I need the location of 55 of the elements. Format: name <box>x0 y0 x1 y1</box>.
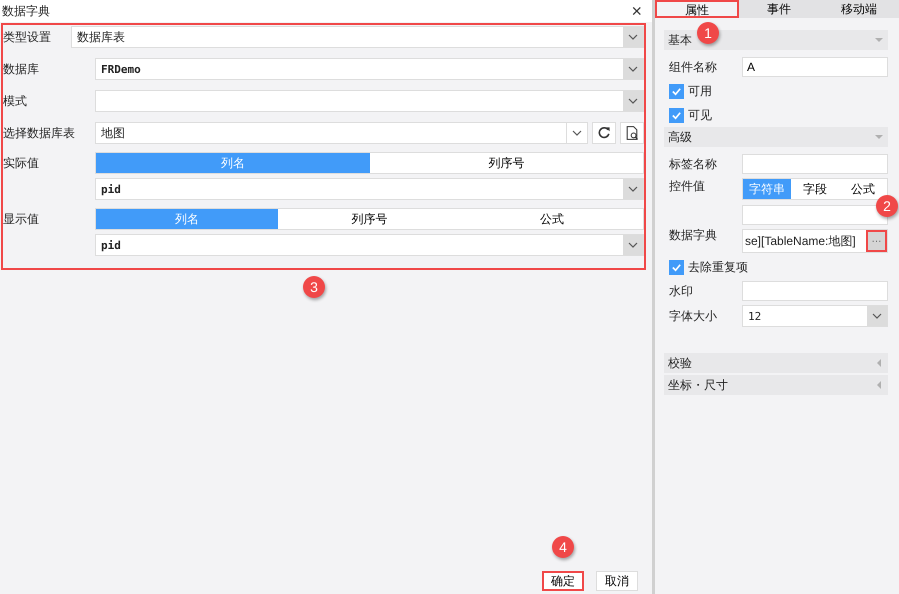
preview-button[interactable] <box>620 122 644 144</box>
chevron-down-icon <box>867 306 887 326</box>
refresh-button[interactable] <box>592 122 616 144</box>
property-label: 数据字典 <box>669 227 718 244</box>
property-label: 控件值 <box>669 178 706 195</box>
section-header[interactable]: 坐标・尺寸 <box>664 375 888 395</box>
field-label: 显示值 <box>3 211 40 228</box>
check-icon <box>671 86 682 96</box>
property-label: 水印 <box>669 282 694 300</box>
panel-tab[interactable]: 属性 <box>655 0 739 18</box>
callout-badge: 4 <box>552 536 574 558</box>
chevron-down-icon <box>623 59 643 79</box>
checkbox-label: 可见 <box>688 106 712 124</box>
chevron-down-icon <box>623 179 643 199</box>
dropdown-field[interactable]: 数据库表 <box>71 26 644 48</box>
section-header[interactable]: 校验 <box>664 353 888 373</box>
more-button[interactable]: ··· <box>866 230 887 252</box>
dropdown-field[interactable]: FRDemo <box>95 58 644 80</box>
property-label: 字体大小 <box>669 308 718 324</box>
dialog-button[interactable]: 确定 <box>542 571 584 591</box>
dropdown-field[interactable]: 12 <box>742 305 888 327</box>
chevron-down-icon <box>623 27 643 47</box>
check-icon <box>671 262 682 272</box>
checkbox-label: 去除重复项 <box>688 258 748 276</box>
input-field[interactable]: se][TableName:地图] <box>743 232 866 250</box>
callout-badge: 2 <box>876 195 898 217</box>
refresh-icon <box>596 125 612 141</box>
callout-badge: 3 <box>303 276 325 298</box>
section-header[interactable]: 高级 <box>664 127 888 147</box>
checkbox[interactable] <box>669 108 684 122</box>
chevron-down-icon <box>623 91 643 111</box>
input-field[interactable]: A <box>742 57 888 77</box>
property-label: 组件名称 <box>669 58 718 76</box>
dialog-title: 数据字典 <box>2 2 50 20</box>
input-field[interactable] <box>742 281 888 301</box>
input-field[interactable] <box>742 154 888 174</box>
dialog-button[interactable]: 取消 <box>596 571 638 591</box>
close-button[interactable]: × <box>627 2 646 20</box>
field-label: 类型设置 <box>3 29 52 46</box>
dropdown-field[interactable]: pid <box>95 178 644 200</box>
field-label: 数据库 <box>3 61 40 78</box>
callout-badge: 1 <box>697 22 719 44</box>
checkbox[interactable] <box>669 260 684 274</box>
property-label: 标签名称 <box>669 156 718 172</box>
document-search-icon <box>624 125 640 141</box>
field-label: 实际值 <box>3 155 40 172</box>
field-label: 选择数据库表 <box>3 125 76 142</box>
checkbox-label: 可用 <box>688 82 712 100</box>
checkbox[interactable] <box>669 84 684 98</box>
chevron-down-icon <box>623 235 643 255</box>
check-icon <box>671 110 682 120</box>
dropdown-field[interactable] <box>95 90 644 112</box>
dropdown-field[interactable]: 地图 <box>95 122 588 144</box>
dropdown-field[interactable]: pid <box>95 234 644 256</box>
field-label: 模式 <box>3 93 28 110</box>
